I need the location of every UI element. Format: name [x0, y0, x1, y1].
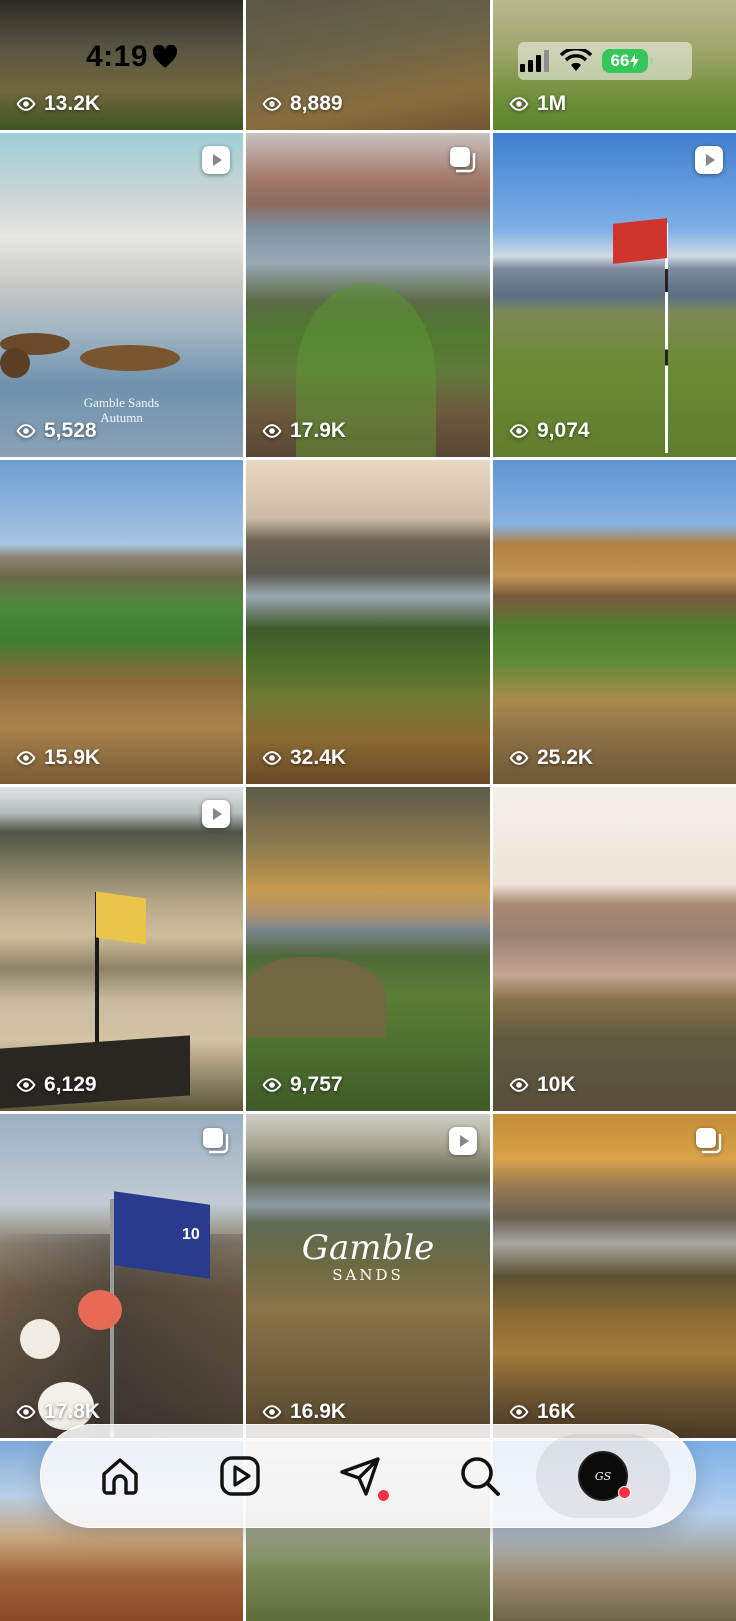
view-count: 13.2K [16, 92, 100, 116]
nav-home-button[interactable] [90, 1446, 150, 1506]
eye-icon [262, 751, 282, 765]
eye-icon [16, 97, 36, 111]
heart-icon [153, 45, 178, 68]
eye-icon [262, 97, 282, 111]
nav-profile-button[interactable]: GS [536, 1434, 670, 1518]
eye-icon [262, 1078, 282, 1092]
reel-icon [202, 800, 230, 828]
grid-tile[interactable]: 10 17.8K [0, 1114, 243, 1438]
status-indicators: 66 [518, 42, 692, 80]
charging-icon [630, 54, 640, 68]
bottom-nav: GS [40, 1424, 696, 1528]
view-count: 17.8K [16, 1400, 100, 1424]
grid-tile[interactable]: 25.2K [493, 460, 736, 784]
eye-icon [16, 424, 36, 438]
grid-tile[interactable]: 32.4K [246, 460, 490, 784]
view-count: 15.9K [16, 746, 100, 770]
reels-icon [220, 1456, 260, 1496]
grid-tile[interactable]: 9,757 [246, 787, 490, 1111]
grid-tile[interactable]: Gamble Sands Autumn 5,528 [0, 133, 243, 457]
view-count: 25.2K [509, 746, 593, 770]
eye-icon [262, 1405, 282, 1419]
eye-icon [509, 1405, 529, 1419]
eye-icon [16, 751, 36, 765]
grid-tile[interactable]: 8,889 [246, 0, 490, 130]
eye-icon [509, 97, 529, 111]
status-time: 4:19 [86, 40, 178, 74]
grid-tile[interactable]: 17.9K [246, 133, 490, 457]
reel-icon [695, 146, 723, 174]
grid-tile[interactable]: 6,129 [0, 787, 243, 1111]
view-count: 6,129 [16, 1073, 97, 1097]
grid-tile[interactable]: 10K [493, 787, 736, 1111]
view-count: 5,528 [16, 419, 97, 443]
view-count: 16.9K [262, 1400, 346, 1424]
nav-messages-button[interactable] [330, 1446, 390, 1506]
view-count: 32.4K [262, 746, 346, 770]
grid-tile[interactable]: 9,074 [493, 133, 736, 457]
view-count: 16K [509, 1400, 576, 1424]
carousel-icon [450, 147, 476, 173]
reel-icon [202, 146, 230, 174]
reel-icon [449, 1127, 477, 1155]
view-count: 8,889 [262, 92, 343, 116]
view-count: 10K [509, 1073, 576, 1097]
nav-reels-button[interactable] [210, 1446, 270, 1506]
notification-dot [377, 1489, 390, 1502]
grid-tile[interactable]: 16K [493, 1114, 736, 1438]
view-count: 17.9K [262, 419, 346, 443]
eye-icon [509, 1078, 529, 1092]
carousel-icon [696, 1128, 722, 1154]
view-count: 1M [509, 92, 566, 116]
signal-icon [520, 50, 549, 72]
post-grid: 13.2K 8,889 1M Gamble Sands Autumn 5,528 … [0, 0, 736, 1621]
flag-number: 10 [182, 1226, 200, 1243]
brand-watermark: Gamble SANDS [301, 1227, 435, 1284]
wifi-icon [560, 49, 592, 71]
eye-icon [16, 1405, 36, 1419]
grid-tile[interactable]: Gamble SANDS 16.9K [246, 1114, 490, 1438]
eye-icon [262, 424, 282, 438]
notification-dot [618, 1486, 631, 1499]
grid-tile[interactable]: 15.9K [0, 460, 243, 784]
view-count: 9,074 [509, 419, 590, 443]
eye-icon [16, 1078, 36, 1092]
search-icon [461, 1457, 500, 1496]
eye-icon [509, 751, 529, 765]
carousel-icon [203, 1128, 229, 1154]
battery-indicator: 66 [602, 49, 653, 73]
home-icon [102, 1458, 138, 1495]
eye-icon [509, 424, 529, 438]
send-icon [340, 1457, 380, 1496]
nav-search-button[interactable] [450, 1446, 510, 1506]
view-count: 9,757 [262, 1073, 343, 1097]
